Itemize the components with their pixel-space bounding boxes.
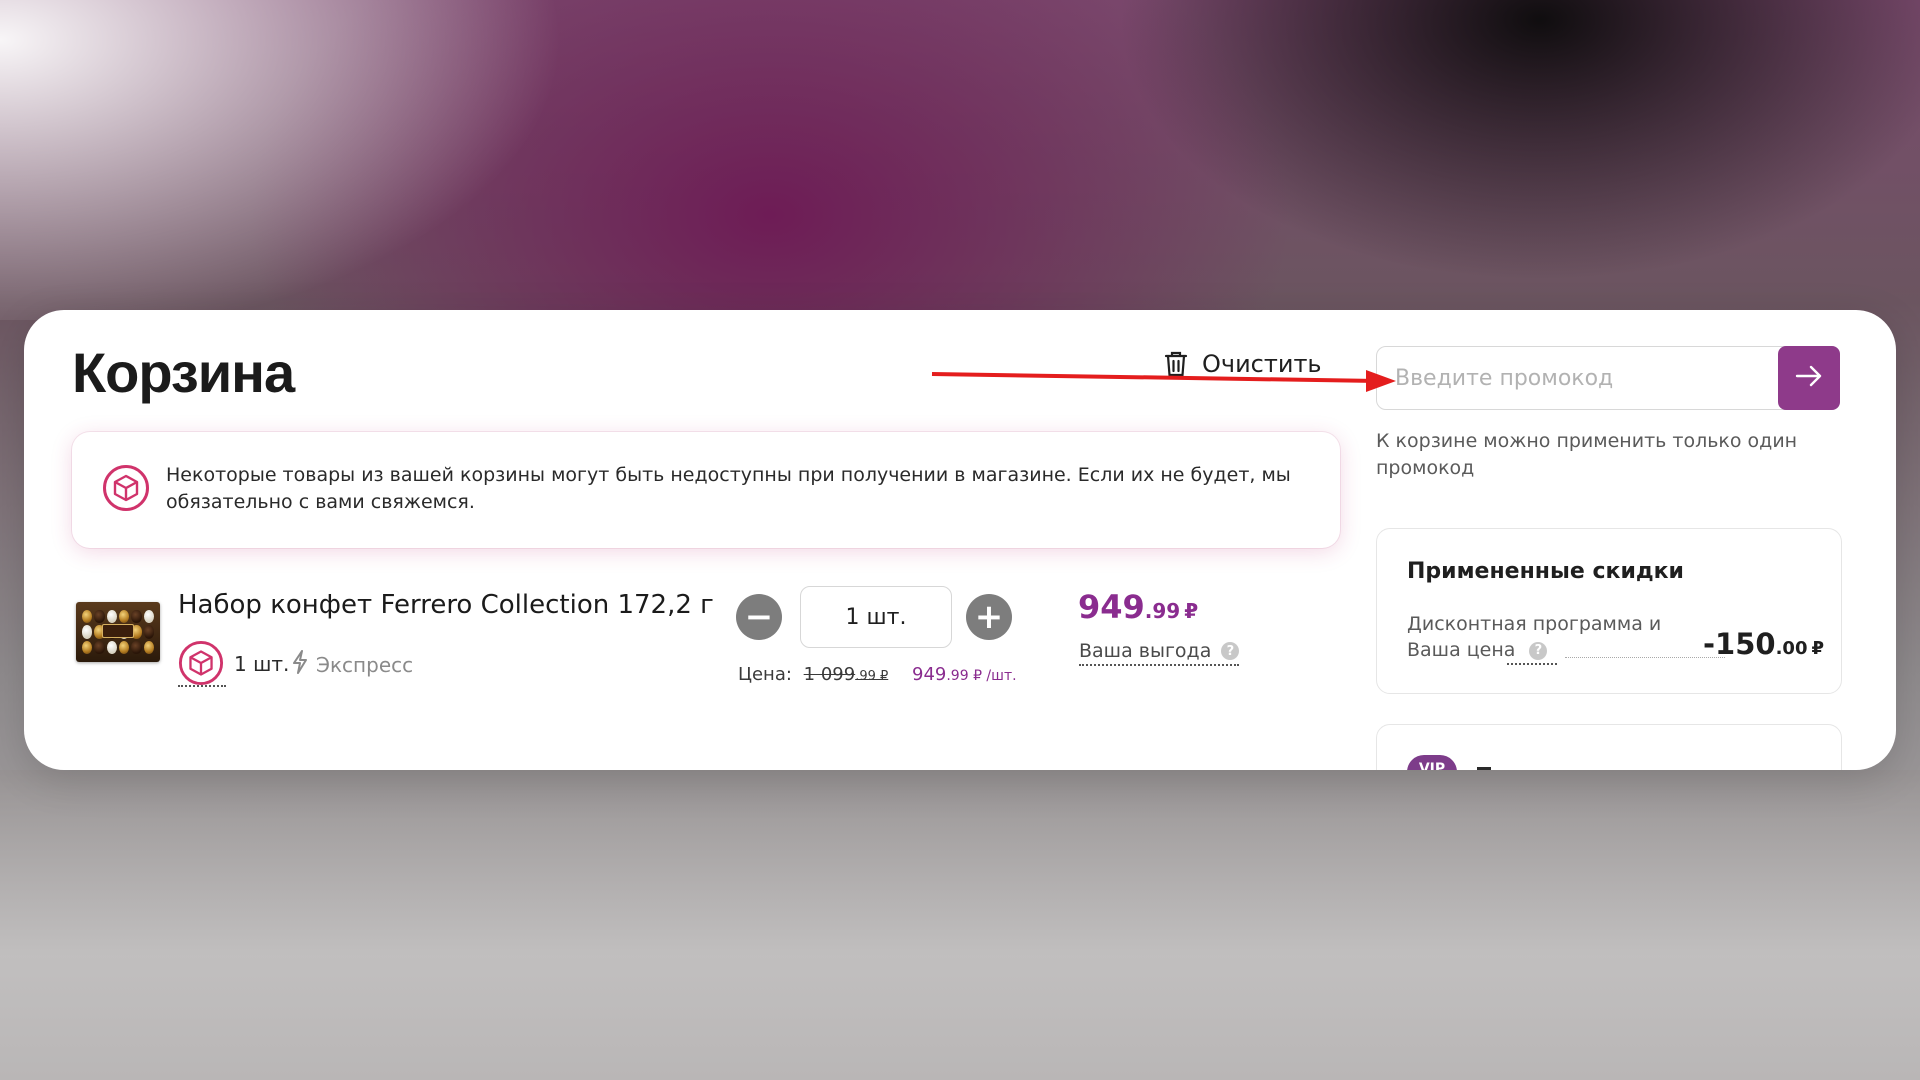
promo-code-field [1376, 346, 1840, 410]
product-name[interactable]: Набор конфет Ferrero Collection 172,2 г [178, 590, 714, 620]
product-image[interactable] [76, 602, 160, 662]
discount-name: Дисконтная программа и Ваша цена? [1407, 611, 1667, 663]
clear-cart-label: Очистить [1202, 350, 1322, 378]
promo-note: К корзине можно применить только один пр… [1376, 430, 1798, 479]
question-icon[interactable]: ? [1221, 642, 1240, 660]
vip-title-fragment [1477, 767, 1491, 770]
background-glow [0, 0, 560, 320]
box-icon[interactable] [178, 640, 224, 690]
availability-notice: Некоторые товары из вашей корзины могут … [72, 432, 1340, 548]
discount-underline [1507, 663, 1557, 665]
old-price: 1 099.99 ₽ [804, 664, 889, 685]
item-total-price: 949.99 ₽ [1078, 588, 1198, 626]
new-price-int: 949 [912, 664, 947, 685]
question-icon[interactable]: ? [1529, 641, 1548, 660]
minus-icon: − [744, 597, 774, 637]
express-label: Экспресс [316, 652, 414, 677]
discount-currency: ₽ [1811, 638, 1824, 659]
notice-text: Некоторые товары из вашей корзины могут … [166, 464, 1291, 513]
discount-value: -150.00 ₽ [1703, 627, 1824, 661]
quantity-increase-button[interactable]: + [966, 594, 1012, 640]
unit-price: Цена: 1 099.99 ₽ 949.99 ₽ /шт. [738, 664, 1017, 685]
box-icon [102, 464, 150, 516]
quantity-input[interactable] [800, 586, 952, 648]
lightning-icon [292, 650, 308, 679]
trash-icon [1164, 350, 1188, 378]
clear-cart-button[interactable]: Очистить [1164, 346, 1322, 382]
discount-int: -150 [1703, 627, 1776, 661]
page-title: Корзина [72, 341, 295, 404]
total-dec: .99 [1144, 599, 1181, 623]
promo-code-input[interactable] [1395, 347, 1775, 409]
unit-price-label: Цена: [738, 664, 792, 685]
express-delivery-badge: Экспресс [292, 650, 413, 679]
new-price-dec: .99 ₽ /шт. [946, 668, 1017, 684]
total-int: 949 [1078, 588, 1145, 626]
discount-leader-dots [1565, 657, 1725, 658]
quantity-decrease-button[interactable]: − [736, 594, 782, 640]
plus-icon: + [974, 597, 1004, 637]
pickup-underline [178, 685, 226, 687]
vip-card[interactable]: VIP [1376, 724, 1842, 770]
total-currency: ₽ [1184, 599, 1199, 623]
savings-link[interactable]: Ваша выгода ? [1079, 640, 1240, 666]
savings-label: Ваша выгода [1079, 640, 1212, 662]
vip-badge: VIP [1407, 755, 1457, 770]
discount-dec: .00 [1775, 638, 1808, 659]
pickup-quantity: 1 шт. [234, 652, 290, 676]
cart-panel: Корзина Очистить Некоторые товары из ваш… [24, 310, 1896, 770]
discounts-title: Примененные скидки [1407, 559, 1684, 584]
background-bottom [0, 770, 1920, 1080]
old-price-dec: .99 ₽ [855, 669, 889, 684]
applied-discounts-card: Примененные скидки Дисконтная программа … [1376, 528, 1842, 694]
old-price-int: 1 099 [803, 664, 856, 685]
arrow-right-icon [1795, 365, 1823, 391]
new-unit-price: 949.99 ₽ /шт. [912, 664, 1017, 685]
promo-submit-button[interactable] [1778, 346, 1840, 410]
